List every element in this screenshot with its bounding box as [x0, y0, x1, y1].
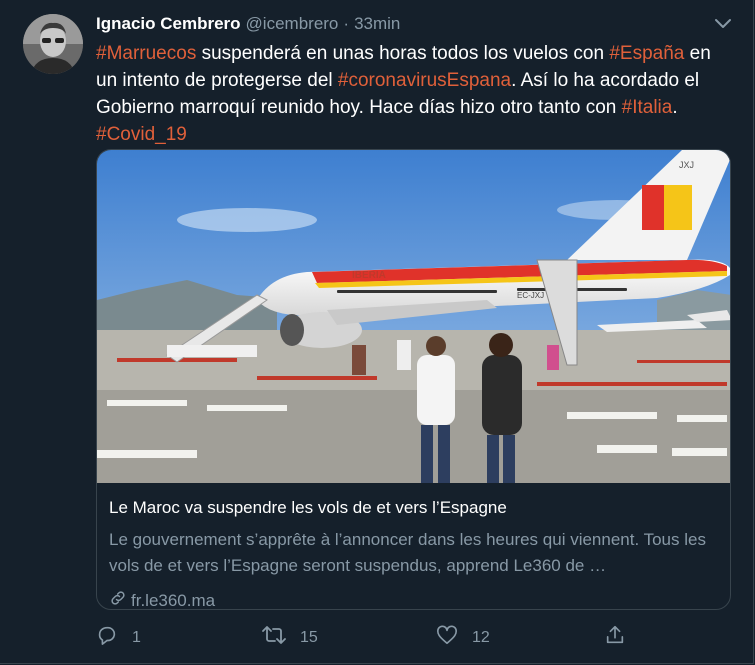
action-bar: 1 15 12 [96, 624, 736, 648]
like-count: 12 [472, 628, 490, 646]
card-title[interactable]: Le Maroc va suspendre les vols de et ver… [109, 497, 719, 519]
reply-icon [96, 624, 132, 651]
tail-code: JXJ [679, 160, 694, 170]
hashtag-link[interactable]: #España [609, 43, 684, 64]
retweet-button[interactable]: 15 [262, 624, 318, 651]
reply-count: 1 [132, 628, 141, 646]
link-card[interactable]: JXJ IBERIA EC-JXJ Le Maroc va suspendre … [96, 149, 731, 610]
card-domain[interactable]: fr.le360.ma [109, 589, 719, 610]
tweet[interactable]: Ignacio Cembrero @icembrero · 33min #Mar… [0, 0, 754, 664]
card-body: Le Maroc va suspendre les vols de et ver… [109, 497, 719, 610]
tweet-text-segment: . [672, 97, 678, 118]
hashtag-link[interactable]: #Italia [622, 97, 673, 118]
author-handle[interactable]: @icembrero [246, 14, 339, 34]
card-description: Le gouvernement s’apprête à l’annoncer d… [109, 530, 706, 575]
chevron-down-icon[interactable] [712, 16, 734, 32]
reply-button[interactable]: 1 [96, 624, 141, 651]
tweet-text-segment: suspenderá en unas horas todos los vuelo… [196, 43, 610, 64]
retweet-count: 15 [300, 628, 318, 646]
hashtag-link[interactable]: #coronavirusEspana [338, 70, 511, 91]
author-name[interactable]: Ignacio Cembrero [96, 14, 241, 34]
link-icon [109, 589, 131, 609]
share-icon [604, 624, 640, 651]
registration-text: EC-JXJ [517, 291, 544, 300]
retweet-icon [262, 624, 300, 651]
like-button[interactable]: 12 [436, 624, 490, 651]
share-button[interactable] [604, 624, 640, 651]
separator: · [343, 14, 350, 33]
tweet-time[interactable]: 33min [354, 14, 400, 34]
airline-text: IBERIA [352, 270, 386, 281]
hashtag-link[interactable]: #Marruecos [96, 43, 196, 64]
avatar[interactable] [23, 14, 83, 74]
card-image: JXJ IBERIA EC-JXJ [97, 150, 730, 483]
tweet-header: Ignacio Cembrero @icembrero · 33min [96, 14, 400, 38]
heart-icon [436, 624, 472, 651]
card-domain-text: fr.le360.ma [131, 590, 216, 610]
hashtag-link[interactable]: #Covid_19 [96, 124, 187, 145]
tweet-text: #Marruecos suspenderá en unas horas todo… [96, 40, 736, 148]
